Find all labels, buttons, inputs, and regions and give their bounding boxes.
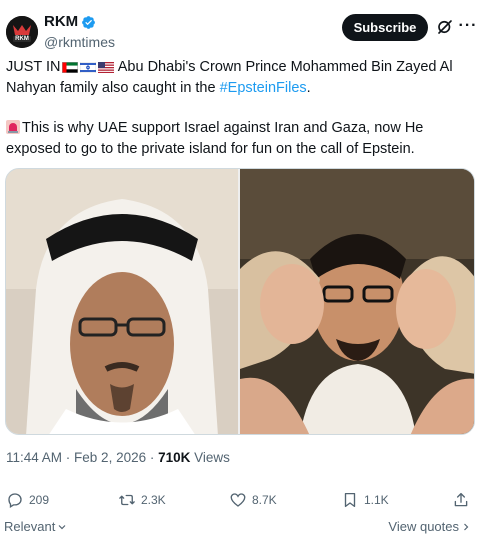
name-row: RKM (44, 13, 115, 31)
avatar[interactable]: RKM (6, 16, 38, 48)
tweet-card: RKM RKM @rkmtimes Subscribe ··· JUST IN (0, 0, 485, 538)
share-button[interactable] (452, 488, 470, 512)
tweet-paragraph-1: JUST IN Abu Dhabi's Crown Prince Mohamme… (6, 57, 480, 98)
israel-flag-icon (79, 62, 96, 73)
hashtag-link[interactable]: #EpsteinFiles (220, 80, 307, 96)
handle[interactable]: @rkmtimes (44, 33, 115, 51)
photo-right[interactable] (240, 169, 475, 435)
photo-left[interactable] (6, 169, 238, 435)
tweet-text-period: . (306, 79, 311, 96)
more-horizontal-icon[interactable]: ··· (458, 17, 478, 37)
tweet-paragraph-2: This is why UAE support Israel against I… (6, 118, 480, 159)
grok-icon[interactable] (436, 18, 454, 36)
tweet-header: RKM RKM @rkmtimes Subscribe ··· (0, 0, 485, 56)
repost-count: 2.3K (141, 493, 166, 507)
view-quotes-link[interactable]: View quotes (388, 519, 471, 534)
sort-label: Relevant (4, 519, 56, 534)
bookmark-count: 1.1K (364, 493, 389, 507)
repost-icon (119, 494, 135, 506)
reply-count: 209 (29, 493, 50, 507)
rotating-light-icon (6, 120, 20, 134)
tweet-meta: 11:44 AM · Feb 2, 2026 · 710K Views (6, 449, 230, 467)
repost-button[interactable]: 2.3K (118, 488, 166, 512)
author-info: RKM @rkmtimes (44, 13, 115, 51)
bookmark-button[interactable]: 1.1K (341, 488, 389, 512)
views-label: Views (190, 450, 230, 465)
subscribe-button[interactable]: Subscribe (342, 14, 428, 41)
views-count: 710K (158, 450, 191, 465)
like-count: 8.7K (252, 493, 277, 507)
just-in-text: JUST IN (6, 59, 61, 75)
usa-flag-icon (97, 62, 114, 73)
tweet-text-line2: This is why UAE support Israel against I… (6, 120, 424, 157)
media-grid[interactable] (5, 168, 475, 435)
reply-button[interactable]: 209 (6, 488, 49, 512)
chevron-right-icon (464, 523, 469, 530)
display-name[interactable]: RKM (44, 13, 78, 31)
meta-separator: · (62, 450, 75, 465)
reply-icon (8, 493, 22, 508)
tweet-date[interactable]: Feb 2, 2026 (74, 450, 146, 465)
tweet-time[interactable]: 11:44 AM (6, 450, 62, 465)
meta-separator: · (146, 450, 159, 465)
tweet-text: JUST IN Abu Dhabi's Crown Prince Mohamme… (6, 57, 480, 159)
like-button[interactable]: 8.7K (229, 488, 277, 512)
view-quotes-label: View quotes (388, 519, 459, 534)
tweet-footer: Relevant View quotes (0, 517, 485, 537)
share-icon (454, 492, 468, 507)
sort-dropdown[interactable]: Relevant (4, 519, 67, 534)
action-bar: 209 2.3K 8.7K 1.1K (0, 488, 485, 514)
chevron-down-icon (58, 524, 66, 529)
avatar-label: RKM (15, 36, 29, 42)
verified-badge-icon[interactable] (81, 15, 96, 30)
uae-flag-icon (61, 62, 78, 73)
heart-icon (230, 493, 246, 507)
rkm-logo (6, 16, 38, 48)
bookmark-icon (344, 492, 356, 508)
